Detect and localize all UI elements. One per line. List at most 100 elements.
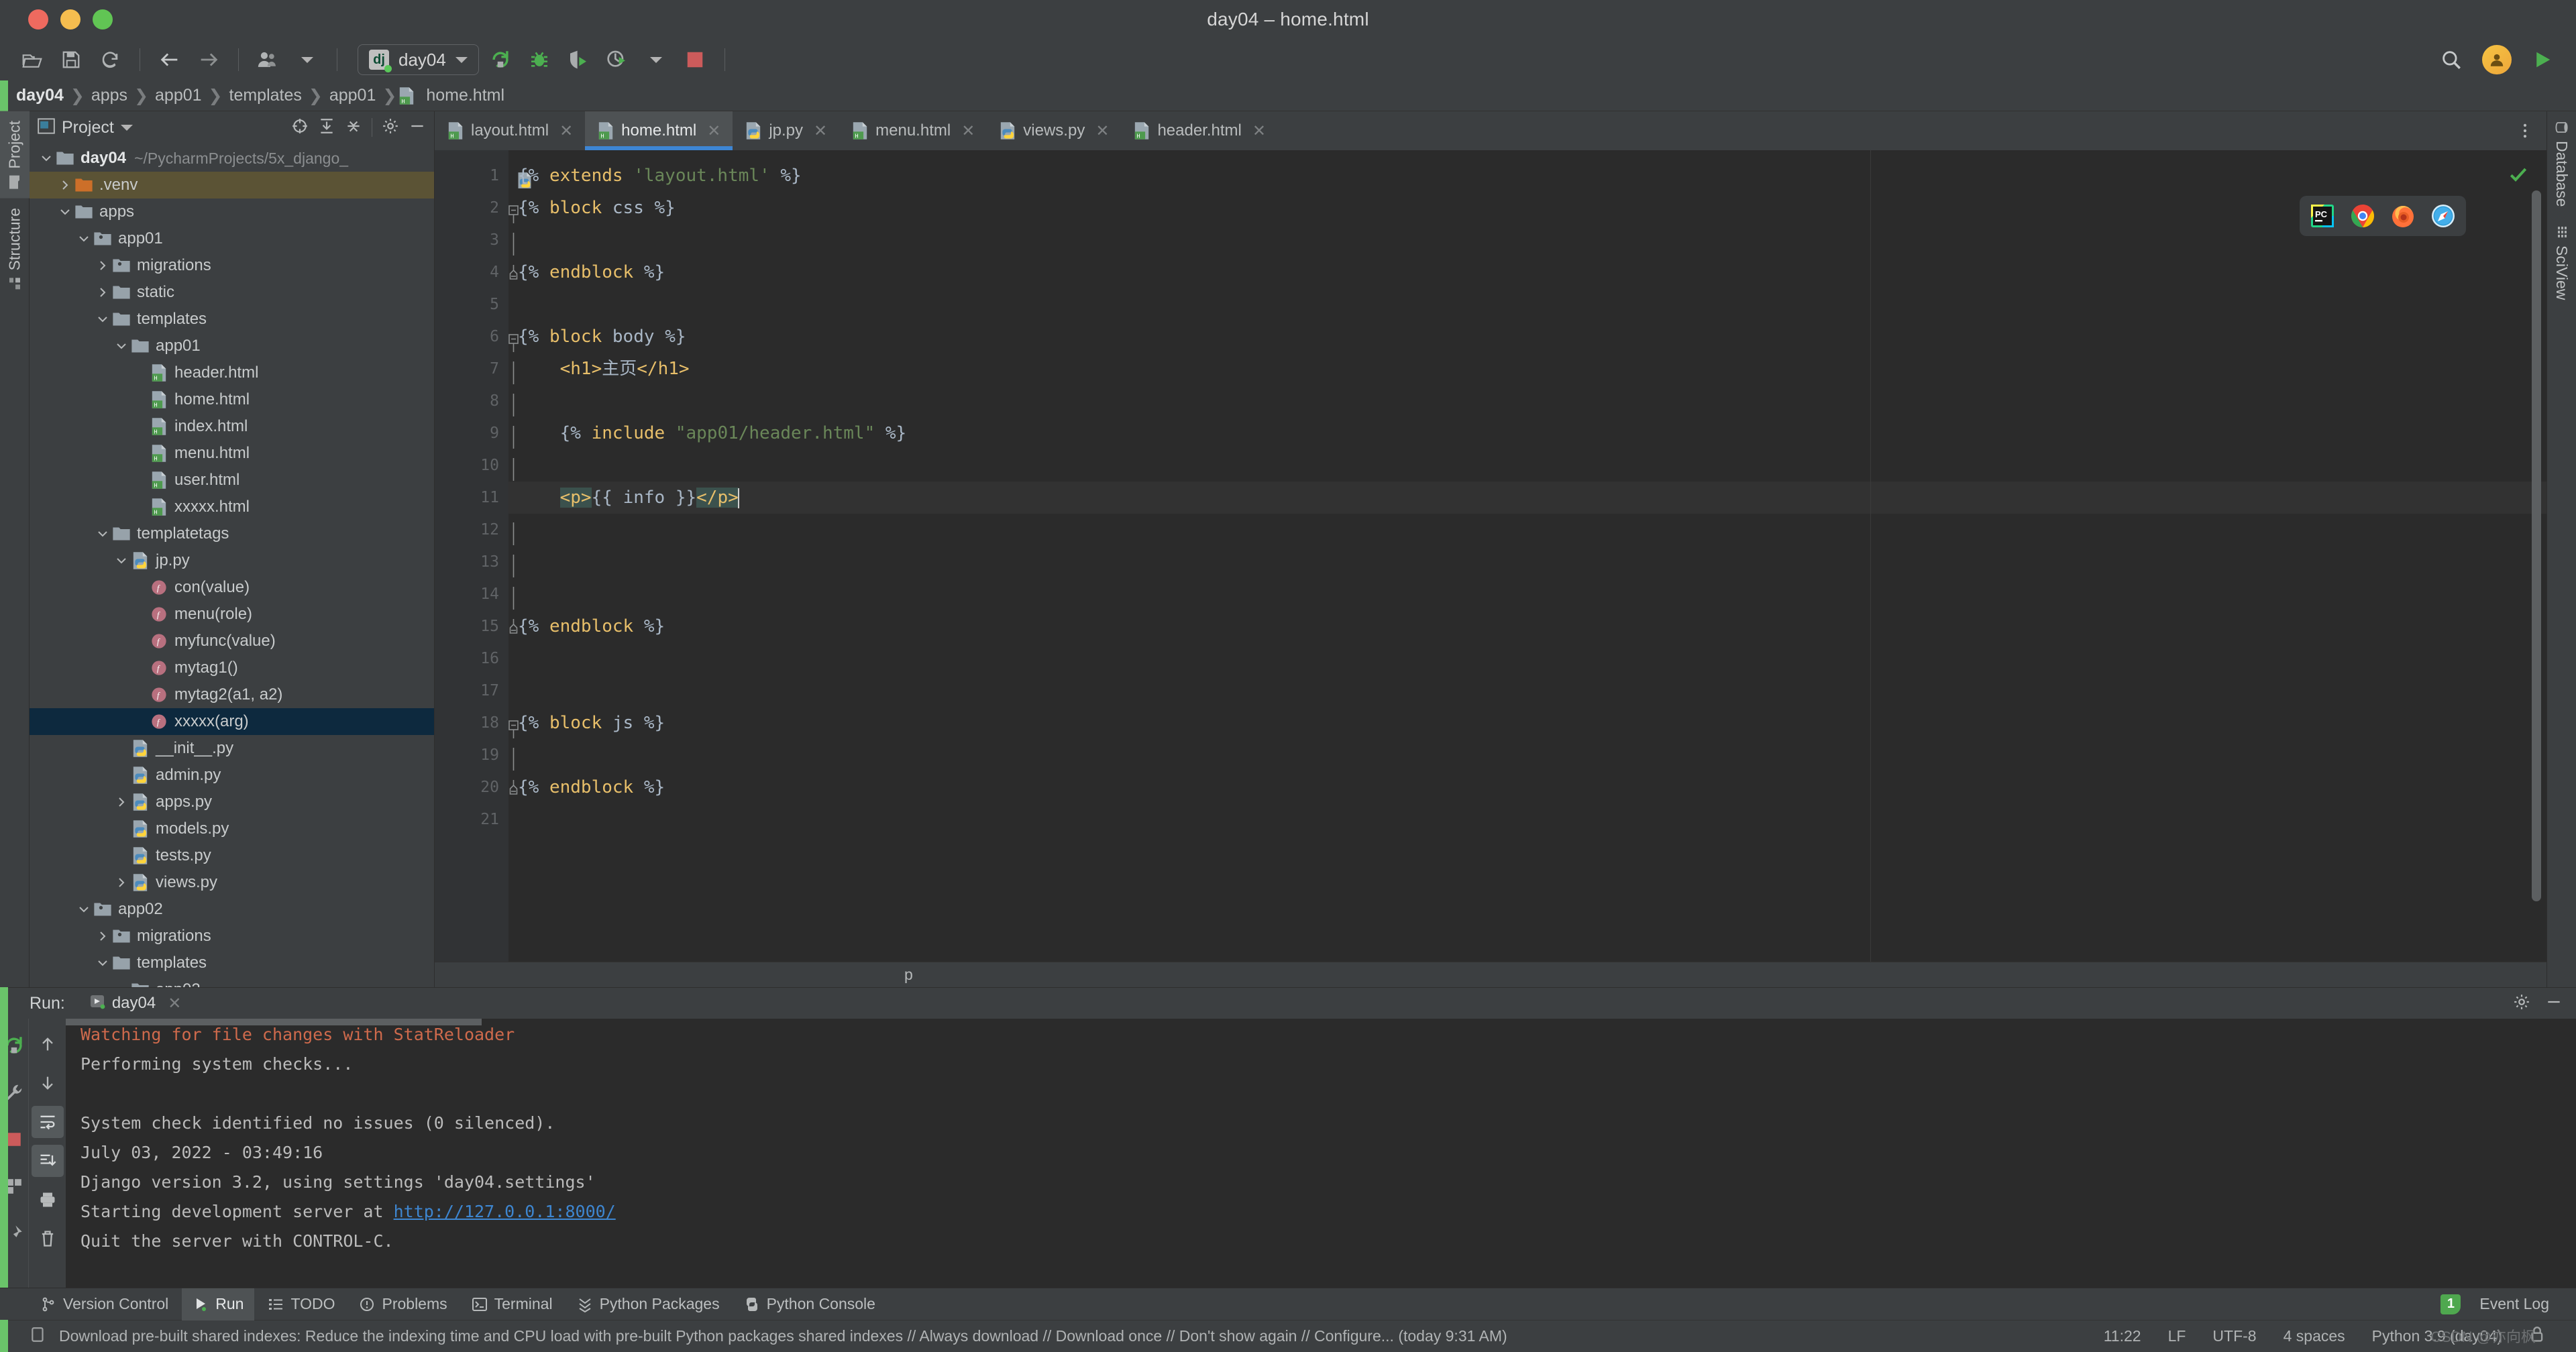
- code-line[interactable]: [508, 578, 2546, 610]
- tree-item-myfunc-value-[interactable]: fmyfunc(value): [30, 628, 434, 655]
- breadcrumb-item-4[interactable]: app01: [324, 86, 382, 105]
- breadcrumb-item-0[interactable]: day04: [11, 86, 69, 105]
- firefox-icon[interactable]: [2390, 203, 2416, 229]
- line-number[interactable]: 9: [435, 417, 508, 449]
- line-number[interactable]: 15: [435, 610, 508, 642]
- tree-item-xxxxx-html[interactable]: Hxxxxx.html: [30, 494, 434, 520]
- back-arrow-icon[interactable]: [152, 44, 187, 76]
- bottom-tab-version-control[interactable]: Version Control: [30, 1288, 179, 1320]
- code-line[interactable]: [508, 546, 2546, 578]
- run-session-tab[interactable]: day04 ✕: [83, 993, 189, 1014]
- code-line[interactable]: {% include "app01/header.html" %}: [508, 417, 2546, 449]
- tree-item-migrations[interactable]: migrations: [30, 923, 434, 950]
- editor-tab-bar[interactable]: Hlayout.html✕Hhome.html✕jp.py✕Hmenu.html…: [435, 111, 2546, 150]
- code-line[interactable]: {% endblock %}: [508, 610, 2546, 642]
- code-line[interactable]: [508, 642, 2546, 675]
- editor-tab-layout-html[interactable]: Hlayout.html✕: [435, 111, 585, 150]
- bottom-tab-todo[interactable]: TODO: [257, 1288, 345, 1320]
- status-message[interactable]: Download pre-built shared indexes: Reduc…: [59, 1327, 1507, 1345]
- tree-item-user-html[interactable]: Huser.html: [30, 467, 434, 494]
- hide-panel-icon[interactable]: [2545, 993, 2563, 1014]
- line-number[interactable]: 17: [435, 675, 508, 707]
- code-line[interactable]: [508, 803, 2546, 836]
- chevron-right-icon[interactable]: [113, 795, 130, 809]
- tree-item-apps-py[interactable]: apps.py: [30, 789, 434, 815]
- vcs-dropdown-caret[interactable]: [290, 44, 325, 76]
- breadcrumb-item-5[interactable]: home.html: [421, 86, 510, 105]
- tree-item-mytag1-[interactable]: fmytag1(): [30, 655, 434, 681]
- forward-arrow-icon[interactable]: [191, 44, 226, 76]
- chevron-down-icon[interactable]: [113, 339, 130, 353]
- line-number[interactable]: 1: [435, 160, 508, 192]
- console-scrollbar[interactable]: [66, 1019, 482, 1025]
- status-interpreter[interactable]: Python 3.9 (day04): [2372, 1327, 2502, 1345]
- bottom-tab-run[interactable]: Run: [182, 1288, 254, 1320]
- tree-item--venv[interactable]: .venv: [30, 172, 434, 199]
- tree-item-app02[interactable]: app02: [30, 896, 434, 923]
- code-line[interactable]: [508, 675, 2546, 707]
- rerun-icon[interactable]: [483, 44, 518, 76]
- pycharm-browser-icon[interactable]: PC: [2309, 203, 2336, 229]
- chevron-down-icon[interactable]: [56, 205, 74, 219]
- line-number[interactable]: 21: [435, 803, 508, 836]
- debug-icon[interactable]: [522, 44, 557, 76]
- chevron-down-icon[interactable]: [94, 527, 111, 541]
- project-scope-caret-icon[interactable]: [121, 125, 133, 131]
- tree-item-index-html[interactable]: Hindex.html: [30, 413, 434, 440]
- chevron-right-icon[interactable]: [94, 286, 111, 299]
- editor-tabs-menu-icon[interactable]: [2516, 111, 2546, 150]
- close-icon[interactable]: ✕: [814, 121, 827, 141]
- safari-icon[interactable]: [2430, 203, 2457, 229]
- editor-code-area[interactable]: {% extends 'layout.html' %}{% block css …: [508, 150, 2546, 962]
- search-icon[interactable]: [2434, 44, 2469, 76]
- tree-item-home-html[interactable]: Hhome.html: [30, 386, 434, 413]
- tree-item-header-html[interactable]: Hheader.html: [30, 359, 434, 386]
- tree-item-menu-html[interactable]: Hmenu.html: [30, 440, 434, 467]
- maximize-window-button[interactable]: [93, 9, 113, 30]
- run-configuration-selector[interactable]: dj day04: [358, 44, 479, 75]
- tree-item--init-py[interactable]: __init__.py: [30, 735, 434, 762]
- line-number[interactable]: 12: [435, 514, 508, 546]
- line-number[interactable]: 7: [435, 353, 508, 385]
- sidebar-item-database[interactable]: Database: [2547, 111, 2576, 216]
- tree-item-xxxxx-arg-[interactable]: fxxxxx(arg): [30, 708, 434, 735]
- print-icon[interactable]: [32, 1184, 64, 1216]
- chevron-down-icon[interactable]: [94, 313, 111, 326]
- close-window-button[interactable]: [28, 9, 48, 30]
- close-icon[interactable]: ✕: [559, 121, 573, 141]
- status-encoding[interactable]: UTF-8: [2212, 1327, 2256, 1345]
- code-line[interactable]: [508, 224, 2546, 256]
- tree-item-app01[interactable]: app01: [30, 333, 434, 359]
- sync-icon[interactable]: [93, 44, 127, 76]
- close-icon[interactable]: ✕: [707, 121, 720, 141]
- coverage-icon[interactable]: [561, 44, 596, 76]
- tree-item-day04[interactable]: day04~/PycharmProjects/5x_django_: [30, 145, 434, 172]
- line-number[interactable]: 13: [435, 546, 508, 578]
- save-icon[interactable]: [54, 44, 89, 76]
- tree-item-templates[interactable]: templates: [30, 306, 434, 333]
- notification-icon[interactable]: [30, 1326, 47, 1347]
- event-log-button[interactable]: Event Log: [2469, 1288, 2560, 1320]
- chevron-down-icon[interactable]: [75, 232, 93, 245]
- code-line[interactable]: {% extends 'layout.html' %}: [508, 160, 2546, 192]
- tree-item-views-py[interactable]: views.py: [30, 869, 434, 896]
- tree-item-tests-py[interactable]: tests.py: [30, 842, 434, 869]
- bottom-tab-python-packages[interactable]: Python Packages: [566, 1288, 731, 1320]
- chevron-down-icon[interactable]: [38, 152, 55, 165]
- line-number[interactable]: 3: [435, 224, 508, 256]
- bottom-tab-python-console[interactable]: Python Console: [733, 1288, 886, 1320]
- sidebar-item-sciview[interactable]: SciView: [2547, 216, 2576, 309]
- open-folder-icon[interactable]: [15, 44, 50, 76]
- scroll-down-icon[interactable]: [32, 1067, 64, 1099]
- editor-tab-jp-py[interactable]: jp.py✕: [733, 111, 839, 150]
- editor-tab-menu-html[interactable]: Hmenu.html✕: [839, 111, 987, 150]
- code-line[interactable]: {% block css %}: [508, 192, 2546, 224]
- bottom-tab-problems[interactable]: Problems: [348, 1288, 458, 1320]
- close-icon[interactable]: ✕: [168, 994, 181, 1013]
- tree-item-mytag2-a1-a2-[interactable]: fmytag2(a1, a2): [30, 681, 434, 708]
- tree-item-menu-role-[interactable]: fmenu(role): [30, 601, 434, 628]
- status-line-separator[interactable]: LF: [2168, 1327, 2186, 1345]
- lock-icon[interactable]: [2529, 1326, 2545, 1347]
- profile-dropdown-caret[interactable]: [639, 44, 674, 76]
- tree-item-models-py[interactable]: models.py: [30, 815, 434, 842]
